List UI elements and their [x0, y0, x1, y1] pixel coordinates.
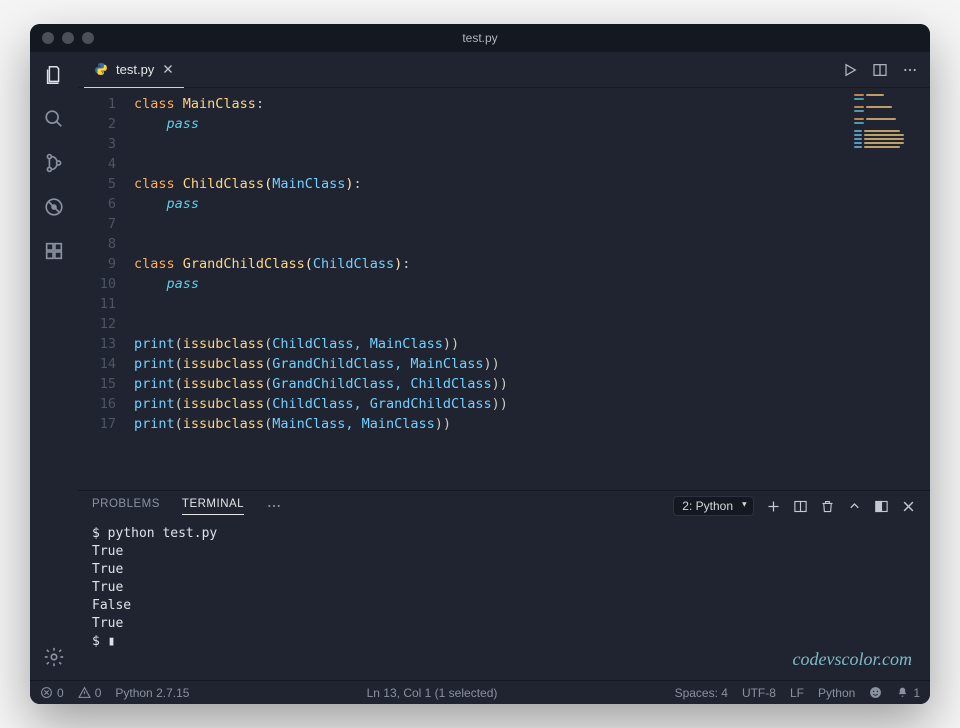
close-tab-icon[interactable]	[162, 63, 174, 75]
terminal-selector[interactable]: 2: Python	[673, 496, 754, 516]
search-icon[interactable]	[41, 106, 67, 132]
code-editor[interactable]: 1234567891011121314151617 class MainClas…	[78, 88, 930, 490]
status-interpreter[interactable]: Python 2.7.15	[115, 686, 189, 700]
vscode-window: test.py	[30, 24, 930, 704]
close-panel-icon[interactable]	[901, 499, 916, 514]
status-language[interactable]: Python	[818, 686, 855, 700]
close-window-button[interactable]	[42, 32, 54, 44]
settings-gear-icon[interactable]	[41, 644, 67, 670]
new-terminal-icon[interactable]	[766, 499, 781, 514]
debug-icon[interactable]	[41, 194, 67, 220]
status-spaces[interactable]: Spaces: 4	[675, 686, 728, 700]
window-title: test.py	[30, 31, 930, 45]
python-file-icon	[94, 62, 108, 76]
editor-column: test.py 12	[78, 52, 930, 680]
bottom-panel: PROBLEMS TERMINAL 2: Python	[78, 490, 930, 680]
tab-bar: test.py	[78, 52, 930, 88]
extensions-icon[interactable]	[41, 238, 67, 264]
status-cursor[interactable]: Ln 13, Col 1 (1 selected)	[367, 686, 498, 700]
status-notifications[interactable]: 1	[896, 686, 920, 700]
status-encoding[interactable]: UTF-8	[742, 686, 776, 700]
titlebar: test.py	[30, 24, 930, 52]
run-icon[interactable]	[842, 62, 858, 78]
watermark: codevscolor.com	[793, 649, 912, 670]
explorer-icon[interactable]	[41, 62, 67, 88]
tab-label: test.py	[116, 62, 154, 77]
activity-bar	[30, 52, 78, 680]
panel-tab-problems[interactable]: PROBLEMS	[92, 498, 160, 514]
traffic-lights	[30, 32, 94, 44]
maximize-panel-icon[interactable]	[847, 499, 862, 514]
status-warnings[interactable]: 0	[78, 686, 102, 700]
zoom-window-button[interactable]	[82, 32, 94, 44]
tab-testpy[interactable]: test.py	[84, 52, 184, 88]
toggle-panel-icon[interactable]	[874, 499, 889, 514]
main-body: test.py 12	[30, 52, 930, 680]
split-editor-icon[interactable]	[872, 62, 888, 78]
panel-tab-terminal[interactable]: TERMINAL	[182, 498, 244, 515]
line-number-gutter: 1234567891011121314151617	[78, 88, 130, 490]
source-control-icon[interactable]	[41, 150, 67, 176]
status-bar: 0 0 Python 2.7.15 Ln 13, Col 1 (1 select…	[30, 680, 930, 704]
split-terminal-icon[interactable]	[793, 499, 808, 514]
editor-actions	[842, 62, 930, 78]
panel-tab-bar: PROBLEMS TERMINAL 2: Python	[78, 491, 930, 521]
status-errors[interactable]: 0	[40, 686, 64, 700]
status-feedback-icon[interactable]	[869, 686, 882, 700]
more-actions-icon[interactable]	[902, 62, 918, 78]
panel-more-icon[interactable]	[266, 498, 282, 514]
code-content: class MainClass: pass class ChildClass(M…	[130, 88, 508, 490]
minimize-window-button[interactable]	[62, 32, 74, 44]
status-eol[interactable]: LF	[790, 686, 804, 700]
minimap[interactable]	[854, 94, 924, 148]
kill-terminal-icon[interactable]	[820, 499, 835, 514]
